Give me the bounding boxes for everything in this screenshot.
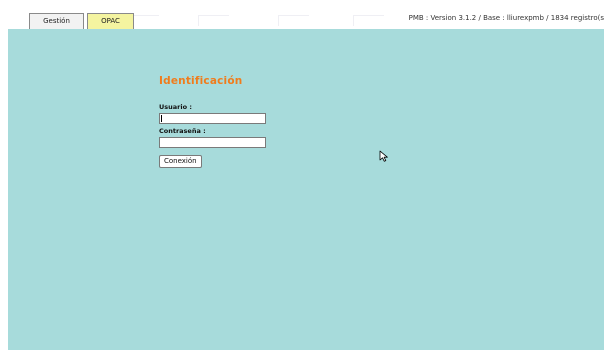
- ghost-tab: [353, 15, 384, 26]
- password-label: Contraseña :: [159, 127, 206, 135]
- ghost-tab: [198, 15, 229, 26]
- username-input[interactable]: [159, 113, 266, 124]
- top-bar: Gestión OPAC PMB : Version 3.1.2 / Base …: [8, 10, 604, 29]
- version-info: PMB : Version 3.1.2 / Base : lliurexpmb …: [408, 14, 604, 22]
- tab-gestion[interactable]: Gestión: [29, 13, 84, 29]
- main-content: Identificación Usuario : Contraseña : Co…: [8, 29, 604, 350]
- username-label: Usuario :: [159, 103, 192, 111]
- text-caret: [161, 115, 162, 122]
- password-input[interactable]: [159, 137, 266, 148]
- mouse-pointer-icon: [379, 147, 389, 162]
- ghost-tab: [278, 15, 309, 26]
- login-button[interactable]: Conexión: [159, 155, 202, 168]
- login-title: Identificación: [159, 75, 243, 87]
- login-form: Identificación Usuario : Contraseña : Co…: [159, 75, 359, 168]
- app-window: Gestión OPAC PMB : Version 3.1.2 / Base …: [0, 0, 604, 350]
- tab-opac[interactable]: OPAC: [87, 13, 134, 29]
